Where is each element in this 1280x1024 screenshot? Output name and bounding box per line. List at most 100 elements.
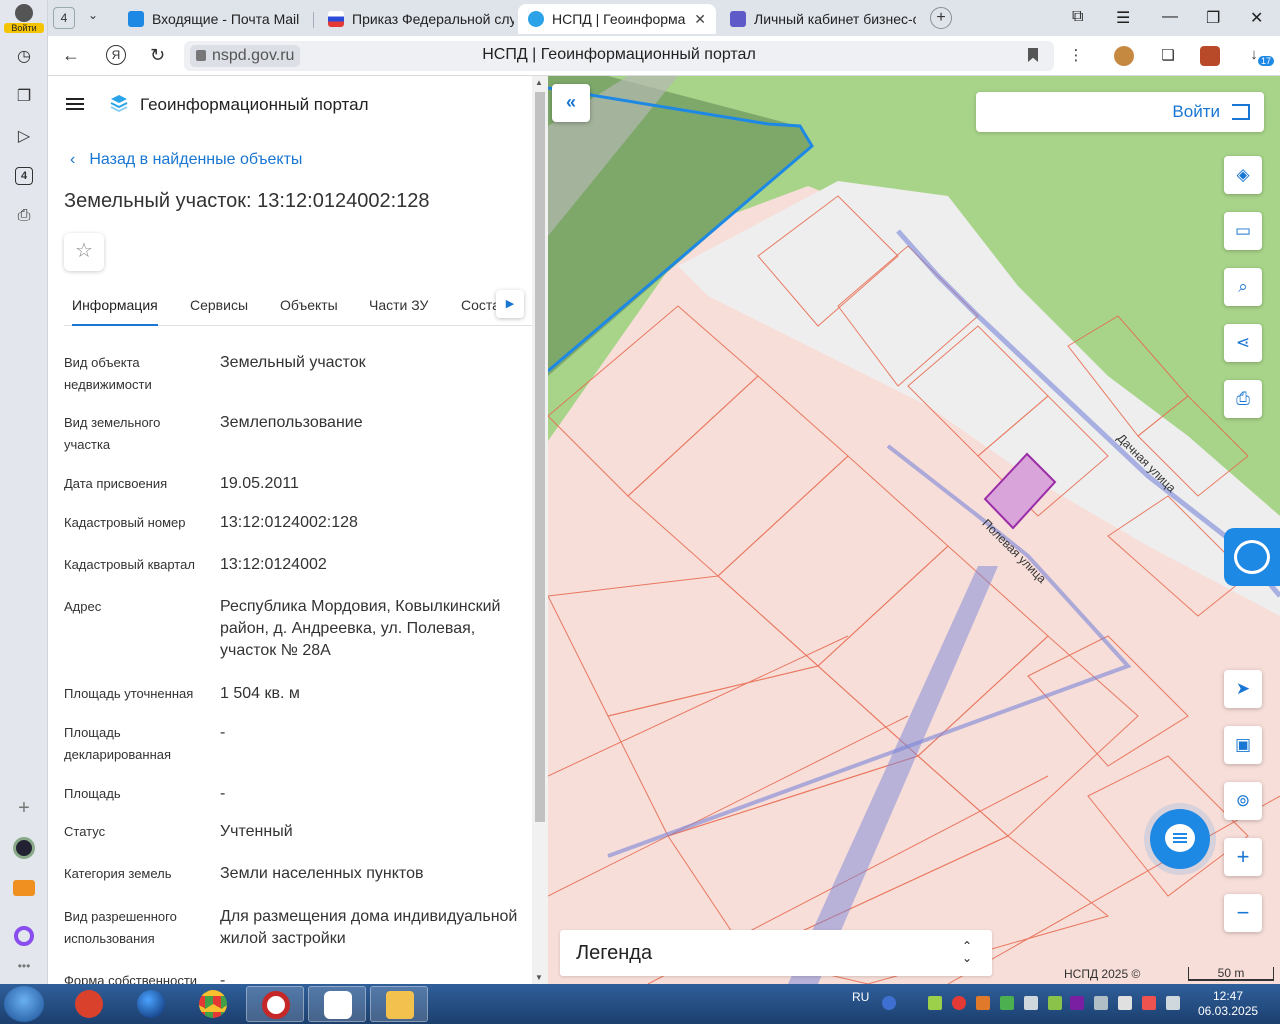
print-button[interactable]: ⎙ <box>1224 380 1262 418</box>
clipboard-icon[interactable]: ❏ <box>1158 46 1178 66</box>
favorite-star-button[interactable]: ☆ <box>64 233 104 271</box>
url-field[interactable]: nspd.gov.ru НСПД | Геоинформационный пор… <box>184 41 1054 71</box>
language-indicator[interactable]: RU <box>852 990 869 1004</box>
onenote-icon[interactable] <box>1070 996 1084 1010</box>
monitor-icon[interactable] <box>1166 996 1180 1010</box>
tab-services[interactable]: Сервисы <box>190 297 248 313</box>
close-tab-icon[interactable]: ✕ <box>694 11 706 28</box>
volume-icon[interactable] <box>1024 996 1038 1010</box>
folder-icon <box>386 991 414 1019</box>
tray-misc-icon[interactable] <box>1094 996 1108 1010</box>
layers-button[interactable]: ◈ <box>1224 156 1262 194</box>
collections-icon[interactable]: ❐ <box>12 84 36 108</box>
tabs-count-icon[interactable]: 4 <box>15 167 33 185</box>
tab-business[interactable]: Личный кабинет бизнес-с <box>720 4 916 34</box>
add-panel-icon[interactable]: + <box>12 796 36 820</box>
chevron-down-icon[interactable]: ⌄ <box>88 8 98 22</box>
back-arrow-icon[interactable]: ← <box>62 45 80 66</box>
help-icon[interactable] <box>882 996 896 1010</box>
tabs-scroll-right-button[interactable]: ▶ <box>496 290 524 318</box>
restore-icon[interactable]: ❐ <box>1206 8 1220 28</box>
system-clock[interactable]: 12:47 06.03.2025 <box>1198 989 1258 1019</box>
attr-value: - <box>220 785 226 802</box>
tab-information[interactable]: Информация <box>72 297 158 326</box>
menu-icon[interactable] <box>66 98 84 110</box>
close-window-icon[interactable]: ✕ <box>1250 8 1263 28</box>
start-button[interactable] <box>4 986 44 1022</box>
browser-menu-icon[interactable]: ☰ <box>1116 8 1130 28</box>
geolocation-button[interactable]: ➤ <box>1224 670 1262 708</box>
extension-icon[interactable] <box>1114 46 1134 66</box>
scroll-down-icon[interactable]: ▼ <box>535 973 543 982</box>
taskbar-app-2[interactable] <box>122 986 180 1022</box>
share-button[interactable]: ⋖ <box>1224 324 1262 362</box>
tab-order[interactable]: Приказ Федеральной слу <box>318 4 514 34</box>
rosreestr-widget-button[interactable] <box>1224 528 1280 586</box>
tab-mail[interactable]: Входящие - Почта Mail <box>118 4 314 34</box>
login-button[interactable]: Войти <box>976 92 1264 132</box>
area-search-button[interactable]: ⌕ <box>1224 268 1262 306</box>
object-info-panel: Геоинформационный портал ‹ Назад в найден… <box>48 76 532 984</box>
reload-icon[interactable]: ↻ <box>150 45 165 66</box>
media-play-icon[interactable]: ▷ <box>12 124 36 148</box>
back-to-results-link[interactable]: ‹ Назад в найденные объекты <box>70 151 302 169</box>
tab-composition[interactable]: Соста <box>461 297 500 313</box>
tray-app-icon[interactable] <box>976 996 990 1010</box>
chat-button[interactable] <box>1150 809 1210 869</box>
chrome-icon <box>199 990 227 1018</box>
measure-button[interactable]: ▭ <box>1224 212 1262 250</box>
taskbar-app-1[interactable] <box>60 986 118 1022</box>
object-title: Земельный участок: 13:12:0124002:128 <box>64 190 430 212</box>
scroll-up-icon[interactable]: ▲ <box>535 78 543 87</box>
tray-alert-icon[interactable] <box>1142 996 1156 1010</box>
attr-value: Землепользование <box>220 414 363 431</box>
alice-icon[interactable] <box>12 836 36 860</box>
history-icon[interactable]: ◷ <box>12 44 36 68</box>
tab-manager-icon[interactable]: ⧉ <box>1072 8 1083 26</box>
minimap-button[interactable]: ▣ <box>1224 726 1262 764</box>
nspd-favicon-icon <box>528 11 544 27</box>
app-title: Геоинформационный портал <box>140 95 369 114</box>
screenshot-icon[interactable]: ⎙ <box>12 204 36 228</box>
tab-objects[interactable]: Объекты <box>280 297 338 313</box>
yandex-tray-icon[interactable] <box>952 996 966 1010</box>
new-tab-button[interactable]: + <box>930 7 952 29</box>
taskbar-app-4[interactable] <box>246 986 304 1022</box>
taskbar-yandex-browser[interactable] <box>308 986 366 1022</box>
tab-parts[interactable]: Части ЗУ <box>369 297 428 313</box>
map-view[interactable]: Дачная улица Полевая улица « Войти ◈ ▭ ⌕… <box>548 76 1280 984</box>
legend-toggle[interactable]: Легенда ⌃ ⌄ <box>560 930 992 976</box>
mail-icon[interactable] <box>12 876 36 900</box>
network-icon[interactable] <box>1048 996 1062 1010</box>
minimize-icon[interactable]: — <box>1162 8 1178 26</box>
panel-scrollbar[interactable]: ▲ ▼ <box>532 76 548 984</box>
shield-icon[interactable] <box>1000 996 1014 1010</box>
zoom-in-button[interactable]: + <box>1224 838 1262 876</box>
map-copyright: НСПД 2025 © <box>1064 967 1141 981</box>
attr-value: 13:12:0124002:128 <box>220 514 358 531</box>
profile-login-button[interactable]: Войти <box>4 4 44 34</box>
login-label: Войти <box>1172 102 1220 121</box>
assistant-icon[interactable] <box>12 924 36 948</box>
extension-badge-icon[interactable] <box>1200 46 1220 66</box>
tab-count[interactable]: 4 <box>53 7 75 29</box>
collapse-panel-button[interactable]: « <box>552 84 590 122</box>
flag-icon[interactable] <box>1118 996 1132 1010</box>
zoom-out-button[interactable]: − <box>1224 894 1262 932</box>
scrollbar-thumb[interactable] <box>535 92 545 822</box>
attr-value: Земельный участок <box>220 354 366 371</box>
minus-icon: − <box>1236 900 1250 925</box>
taskbar-chrome[interactable] <box>184 986 242 1022</box>
locate-point-button[interactable]: ⊚ <box>1224 782 1262 820</box>
app-c-icon <box>262 991 290 1019</box>
taskbar-explorer[interactable] <box>370 986 428 1022</box>
more-vert-icon[interactable]: ⋮ <box>1066 46 1086 66</box>
tab-label: Приказ Федеральной слу <box>352 11 514 27</box>
app-red-icon <box>75 990 103 1018</box>
yandex-icon[interactable]: Я <box>106 45 126 65</box>
attr-value: Учтенный <box>220 823 293 840</box>
attr-key: Дата присвоения <box>64 476 168 491</box>
tab-nspd[interactable]: НСПД | Геоинформаци ✕ <box>518 4 716 34</box>
more-icon[interactable]: ••• <box>12 954 36 978</box>
signal-icon[interactable] <box>928 996 942 1010</box>
